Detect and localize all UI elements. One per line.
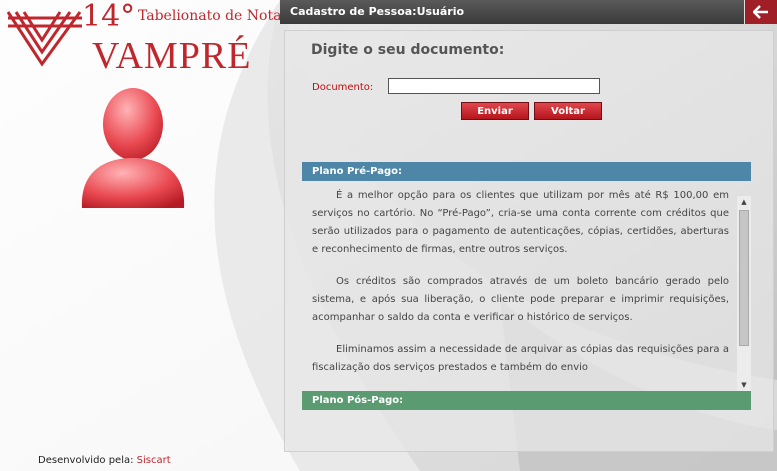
plan-scrollbar[interactable]: ▲ ▼ [737,196,751,391]
document-input[interactable] [388,78,600,94]
scroll-thumb[interactable] [739,210,749,346]
page-header: Cadastro de Pessoa:Usuário [280,0,777,24]
scroll-down-icon[interactable]: ▼ [737,379,751,391]
logo-name: VAMPRÉ [92,35,252,77]
postpaid-plan-header: Plano Pós-Pago: [302,391,751,410]
logo-number: 14° [82,0,136,34]
prepaid-plan-text: É a melhor opção para os clientes que ut… [312,187,729,391]
footer-brand: Siscart [136,455,171,466]
document-heading: Digite o seu documento: [311,42,505,58]
vampre-logo-mark-icon [6,11,82,67]
back-arrow-button[interactable] [744,0,777,24]
plan-paragraph: É a melhor opção para os clientes que ut… [312,190,729,255]
logo-subtitle: Tabelionato de Notas [138,8,289,24]
footer-prefix: Desenvolvido pela: [38,455,134,466]
plan-paragraph: Os créditos são comprados através de um … [312,276,729,323]
notary-logo: 14° Tabelionato de Notas VAMPRÉ [0,0,289,80]
user-avatar-icon [81,88,185,208]
prepaid-plan-body: É a melhor opção para os clientes que ut… [302,181,751,391]
prepaid-plan-header: Plano Pré-Pago: [302,162,751,181]
developer-footer: Desenvolvido pela: Siscart [38,455,171,466]
scroll-up-icon[interactable]: ▲ [737,196,751,208]
back-button[interactable]: Voltar [534,102,602,120]
arrow-left-icon [753,5,768,19]
document-label: Documento: [312,82,374,93]
submit-button[interactable]: Enviar [461,102,529,120]
plan-paragraph: Eliminamos assim a necessidade de arquiv… [312,344,729,373]
page-title: Cadastro de Pessoa:Usuário [290,5,465,18]
